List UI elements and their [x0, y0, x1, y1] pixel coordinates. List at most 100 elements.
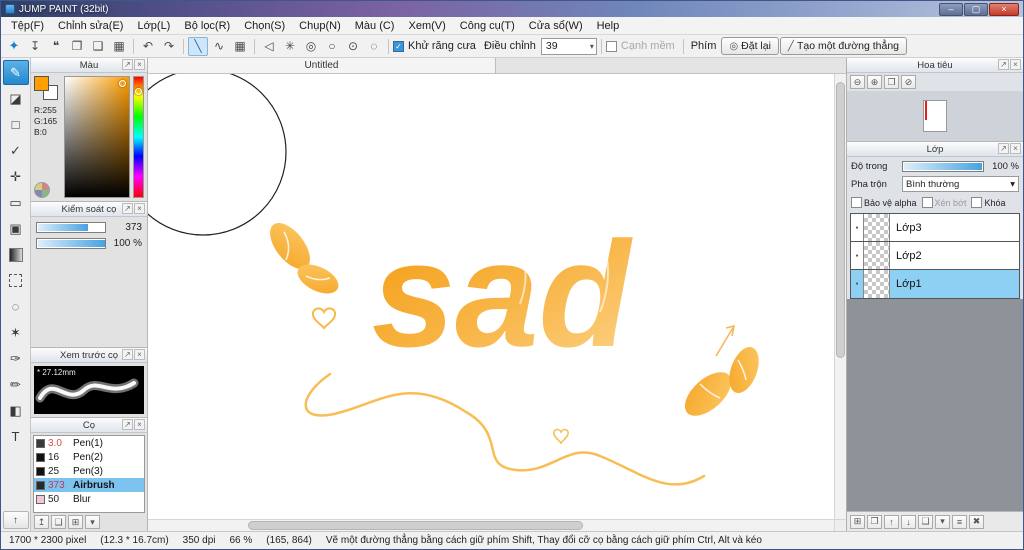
menu-cong-cu[interactable]: Công cụ(T)	[453, 19, 522, 33]
add-brush-icon[interactable]: ⊞	[68, 515, 83, 529]
canvas-rotate-tool-icon[interactable]: ◧	[3, 398, 29, 423]
pen-tool-icon[interactable]: ✏	[3, 372, 29, 397]
text-tool-icon[interactable]: T	[3, 424, 29, 449]
popout-icon[interactable]: ↗	[122, 419, 133, 430]
blend-mode-select[interactable]: Bình thường ▾	[902, 176, 1019, 192]
brush-list-item[interactable]: 25 Pen(3)	[34, 464, 144, 478]
close-icon[interactable]: ×	[134, 419, 145, 430]
brush-page-icon[interactable]: ❏	[51, 515, 66, 529]
adjust-combobox[interactable]: 39 ▾	[540, 37, 597, 55]
protect-alpha-option[interactable]: Bảo vệ alpha	[851, 197, 917, 208]
close-icon[interactable]: ×	[134, 203, 145, 214]
palette-window-icon[interactable]: ❐	[67, 37, 87, 56]
collapse-panel-icon[interactable]: ↑	[2, 511, 29, 529]
hue-slider[interactable]	[133, 76, 144, 198]
menu-tep[interactable]: Tệp(F)	[4, 19, 51, 33]
grid-icon[interactable]: ▦	[109, 37, 129, 56]
layer-menu-icon[interactable]: ≡	[952, 514, 967, 529]
duplicate-layer-icon[interactable]: ❑	[918, 514, 933, 529]
brush-list-item[interactable]: 3.0 Pen(1)	[34, 436, 144, 450]
layer-visibility-dot[interactable]: ●	[851, 242, 864, 269]
color-swatches[interactable]	[34, 76, 58, 100]
delete-layer-icon[interactable]: ✖	[969, 514, 984, 529]
export-icon[interactable]: ↧	[25, 37, 45, 56]
brush-up-icon[interactable]: ↥	[34, 515, 49, 529]
add-folder-icon[interactable]: ❒	[867, 514, 882, 529]
eyedropper-tool-icon[interactable]: ✑	[3, 346, 29, 371]
circle-snap-icon[interactable]: ○	[322, 37, 342, 56]
concentric-snap-icon[interactable]: ◎	[301, 37, 321, 56]
reset-zoom-icon[interactable]: ⊘	[901, 75, 916, 89]
radial-snap-icon[interactable]: ✳	[280, 37, 300, 56]
brush-list-item-selected[interactable]: 373 Airbrush	[34, 478, 144, 492]
document-tab[interactable]: Untitled	[148, 58, 496, 73]
navigator-preview[interactable]	[847, 91, 1023, 141]
gradient-tool-icon[interactable]	[3, 242, 29, 267]
add-layer-icon[interactable]: ⊞	[850, 514, 865, 529]
clipping-option[interactable]: Xén bớt	[921, 197, 966, 208]
minimize-button[interactable]: –	[939, 2, 963, 16]
layer-visibility-dot[interactable]: ●	[851, 214, 864, 241]
canvas[interactable]: sad	[148, 74, 834, 519]
curve-tool-icon[interactable]: ∿	[209, 37, 229, 56]
popout-icon[interactable]: ↗	[998, 59, 1009, 70]
lock-option[interactable]: Khóa	[971, 197, 1006, 208]
ellipse-snap-icon[interactable]: ◌	[364, 37, 384, 56]
move-tool-icon[interactable]: ✛	[3, 164, 29, 189]
shape-tool-icon[interactable]: □	[3, 112, 29, 137]
close-icon[interactable]: ×	[134, 59, 145, 70]
popout-icon[interactable]: ↗	[122, 349, 133, 360]
layer-row[interactable]: ● Lớp2	[851, 242, 1019, 270]
menu-chinh-sua[interactable]: Chỉnh sửa(E)	[51, 19, 130, 33]
comment-icon[interactable]: ❝	[46, 37, 66, 56]
close-icon[interactable]: ×	[134, 349, 145, 360]
lock-checkbox[interactable]	[971, 197, 983, 208]
undo-icon[interactable]: ↶	[138, 37, 158, 56]
merge-layer-icon[interactable]: ▾	[935, 514, 950, 529]
close-button[interactable]: ×	[989, 2, 1019, 16]
straight-line-button[interactable]: ╱ Tạo một đường thẳng	[779, 37, 907, 55]
horizontal-scrollbar-thumb[interactable]	[248, 521, 583, 530]
lasso-tool-icon[interactable]: ◌	[3, 294, 29, 319]
brush-list-item[interactable]: 16 Pen(2)	[34, 450, 144, 464]
sv-marker[interactable]	[119, 80, 126, 87]
select-rect-tool-icon[interactable]: ▭	[3, 190, 29, 215]
dotted-circle-snap-icon[interactable]: ⊙	[343, 37, 363, 56]
reset-button[interactable]: ◎ Đặt lại	[721, 37, 779, 55]
paint-mode-icon[interactable]: ✦	[4, 37, 24, 56]
fill-bucket-tool-icon[interactable]: ▣	[3, 216, 29, 241]
control-point-tool-icon[interactable]: ✓	[3, 138, 29, 163]
layer-row-selected[interactable]: ● Lớp1	[851, 270, 1019, 298]
popout-icon[interactable]: ↗	[998, 143, 1009, 154]
magic-wand-tool-icon[interactable]: ✶	[3, 320, 29, 345]
move-layer-up-icon[interactable]: ↑	[884, 514, 899, 529]
vanishing-point-icon[interactable]: ◁	[259, 37, 279, 56]
vertical-scrollbar[interactable]	[834, 74, 846, 519]
brush-size-slider[interactable]	[36, 222, 106, 233]
fit-view-icon[interactable]: ❒	[884, 75, 899, 89]
menu-mau[interactable]: Màu (C)	[348, 19, 402, 33]
zoom-out-icon[interactable]: ⊖	[850, 75, 865, 89]
layer-opacity-slider[interactable]	[902, 161, 984, 172]
brush-tool-icon[interactable]: ✎	[2, 60, 29, 85]
navigator-thumbnail[interactable]	[923, 100, 947, 132]
eraser-tool-icon[interactable]: ◪	[3, 86, 29, 111]
menu-bo-loc[interactable]: Bộ lọc(R)	[177, 19, 237, 33]
move-layer-down-icon[interactable]: ↓	[901, 514, 916, 529]
hue-marker[interactable]	[135, 87, 142, 95]
horizontal-scrollbar[interactable]	[148, 519, 834, 531]
layer-row[interactable]: ● Lớp3	[851, 214, 1019, 242]
antialias-checkbox[interactable]: ✓	[393, 40, 404, 52]
marquee-tool-icon[interactable]	[3, 268, 29, 293]
foreground-color-swatch[interactable]	[34, 76, 49, 91]
grid-snap-icon[interactable]: ▦	[230, 37, 250, 56]
popout-icon[interactable]: ↗	[122, 203, 133, 214]
menu-cua-so[interactable]: Cửa sổ(W)	[522, 19, 590, 33]
menu-xem[interactable]: Xem(V)	[401, 19, 452, 33]
maximize-button[interactable]: ▢	[964, 2, 988, 16]
layer-visibility-dot[interactable]: ●	[851, 270, 864, 298]
menu-chon[interactable]: Chọn(S)	[237, 19, 292, 33]
menu-chup[interactable]: Chụp(N)	[292, 19, 348, 33]
soft-edge-checkbox[interactable]	[605, 40, 617, 52]
brush-list-item[interactable]: 50 Blur	[34, 492, 144, 506]
